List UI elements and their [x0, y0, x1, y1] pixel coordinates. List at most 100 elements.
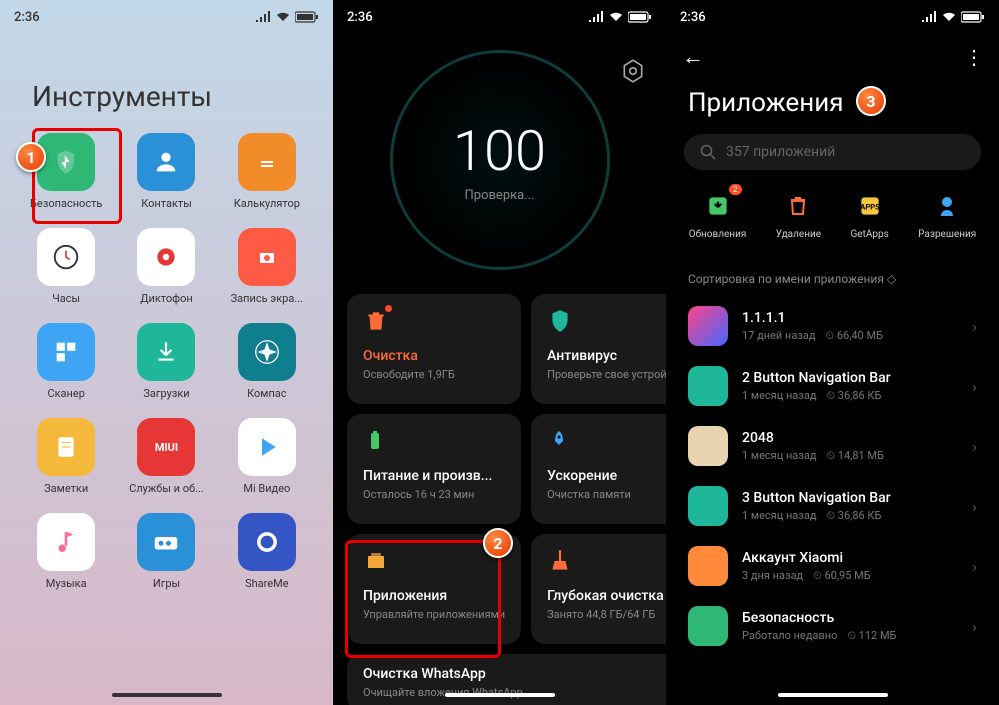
- app-item-13[interactable]: Игры: [120, 513, 212, 590]
- app-icon: [37, 133, 95, 191]
- list-body: Безопасность Работало недавно⏲ 112 МБ: [742, 610, 958, 643]
- app-meta: 1 месяц назад⏲ 36,86 КБ: [742, 389, 958, 403]
- app-name: 1.1.1.1: [742, 310, 958, 326]
- app-icon: [688, 306, 728, 346]
- trash-icon: [363, 308, 389, 334]
- tile-trash[interactable]: ОчисткаОсвободите 1,9ГБ: [347, 294, 521, 404]
- back-button[interactable]: ←: [682, 44, 704, 70]
- sort-selector[interactable]: Сортировка по имени приложения ◇: [666, 264, 999, 296]
- app-item-5[interactable]: Запись экра...: [221, 228, 313, 305]
- settings-icon[interactable]: [620, 58, 646, 84]
- chevron-right-icon: ›: [972, 317, 977, 336]
- app-label: Mi Видео: [243, 482, 290, 495]
- search-input[interactable]: 357 приложений: [684, 134, 981, 170]
- action-label: Обновления: [689, 229, 747, 240]
- tile-subtitle: Занято 44,8 ГБ/64 ГБ: [547, 608, 666, 621]
- app-item-12[interactable]: Музыка: [20, 513, 112, 590]
- app-item-1[interactable]: Контакты: [120, 133, 212, 210]
- list-item[interactable]: 1.1.1.117 дней назад⏲ 66,40 МБ ›: [688, 296, 977, 356]
- tile-battery[interactable]: Питание и произв...Осталось 16 ч 23 мин: [347, 414, 521, 524]
- action-getapps[interactable]: APPS GetApps: [850, 190, 888, 240]
- battery-icon: [363, 428, 389, 454]
- action-trash[interactable]: Удаление: [776, 190, 821, 240]
- tile-whatsapp-clean[interactable]: Очистка WhatsAppОчищайте вложения WhatsA…: [347, 654, 666, 705]
- app-label: Службы и об...: [129, 482, 204, 495]
- score-value: 100: [453, 118, 546, 184]
- score-ring[interactable]: 100 Проверка...: [390, 50, 610, 270]
- tile-subtitle: Проверьте свое устройство: [547, 368, 666, 381]
- tile-title: Ускорение: [547, 468, 666, 484]
- app-label: Часы: [52, 292, 80, 305]
- chevron-right-icon: ›: [972, 557, 977, 576]
- app-item-14[interactable]: ShareMe: [221, 513, 313, 590]
- app-item-3[interactable]: Часы: [20, 228, 112, 305]
- menu-button[interactable]: ⋮: [964, 45, 983, 69]
- app-item-4[interactable]: Диктофон: [120, 228, 212, 305]
- signal-icon: [255, 11, 271, 23]
- nav-bar: [778, 693, 888, 697]
- app-icon: [238, 418, 296, 476]
- app-icon: [137, 323, 195, 381]
- app-item-6[interactable]: Сканер: [20, 323, 112, 400]
- tile-shield[interactable]: АнтивирусПроверьте свое устройство: [531, 294, 666, 404]
- app-label: Сканер: [47, 387, 84, 400]
- list-body: 20481 месяц назад⏲ 14,81 МБ: [742, 430, 958, 463]
- app-label: Заметки: [44, 482, 88, 495]
- app-label: Игры: [153, 577, 180, 590]
- app-item-11[interactable]: Mi Видео: [221, 418, 313, 495]
- folder-title: Инструменты: [0, 30, 333, 133]
- app-label: Безопасность: [30, 197, 102, 210]
- app-icon: [688, 546, 728, 586]
- getapps-icon: APPS: [854, 190, 886, 222]
- list-item[interactable]: 20481 месяц назад⏲ 14,81 МБ ›: [688, 416, 977, 476]
- list-item[interactable]: Аккаунт Xiaomi3 дня назад⏲ 60,95 МБ›: [688, 536, 977, 596]
- app-item-7[interactable]: Загрузки: [120, 323, 212, 400]
- app-icon: [688, 606, 728, 646]
- app-icon: [688, 366, 728, 406]
- app-item-2[interactable]: Калькулятор: [221, 133, 313, 210]
- battery-icon: [295, 11, 319, 23]
- chevron-right-icon: ›: [972, 497, 977, 516]
- tile-broom[interactable]: Глубокая очистка Занято 44,8 ГБ/64 ГБ: [531, 534, 666, 644]
- list-body: 1.1.1.117 дней назад⏲ 66,40 МБ: [742, 310, 958, 343]
- status-icons: [255, 11, 319, 23]
- app-item-9[interactable]: Заметки: [20, 418, 112, 495]
- list-item[interactable]: БезопасностьРаботало недавно⏲ 112 МБ›: [688, 596, 977, 656]
- app-name: 2 Button Navigation Bar: [742, 370, 958, 386]
- list-item[interactable]: 3 Button Navigation Bar1 месяц назад⏲ 36…: [688, 476, 977, 536]
- app-icon: [37, 418, 95, 476]
- shield-icon: [547, 308, 573, 334]
- wifi-icon: [941, 11, 957, 23]
- score-status: Проверка...: [465, 188, 535, 203]
- app-name: Безопасность: [742, 610, 958, 626]
- tile-rocket[interactable]: УскорениеОчистка памяти: [531, 414, 666, 524]
- app-meta: Работало недавно⏲ 112 МБ: [742, 629, 958, 643]
- app-label: Диктофон: [140, 292, 193, 305]
- app-icon: MIUI: [137, 418, 195, 476]
- app-icon: [137, 228, 195, 286]
- app-list: 1.1.1.117 дней назад⏲ 66,40 МБ › 2 Button …: [666, 296, 999, 656]
- tile-subtitle: Освободите 1,9ГБ: [363, 368, 505, 381]
- nav-bar: [112, 693, 222, 697]
- list-item[interactable]: 2 Button Navigation Bar 1 месяц назад⏲ 36…: [688, 356, 977, 416]
- security-app-screen: 2:36 100 Проверка... ОчисткаОсвободите 1…: [333, 0, 666, 705]
- action-update[interactable]: 2Обновления: [689, 190, 747, 240]
- app-label: Загрузки: [143, 387, 189, 400]
- action-label: Удаление: [776, 229, 821, 240]
- app-meta: 1 месяц назад⏲ 14,81 МБ: [742, 449, 958, 463]
- wifi-icon: [275, 11, 291, 23]
- tile-title: Приложения: [363, 588, 505, 604]
- status-icons: [588, 11, 652, 23]
- app-item-8[interactable]: Компас: [221, 323, 313, 400]
- action-label: GetApps: [850, 229, 888, 240]
- clock: 2:36: [347, 10, 373, 25]
- broom-icon: [547, 548, 573, 574]
- tile-subtitle: Осталось 16 ч 23 мин: [363, 488, 505, 501]
- app-label: Компас: [247, 387, 286, 400]
- action-perm[interactable]: Разрешения: [918, 190, 976, 240]
- app-item-10[interactable]: MIUI Службы и об...: [120, 418, 212, 495]
- chevron-right-icon: ›: [972, 437, 977, 456]
- app-icon: [688, 426, 728, 466]
- tile-title: Глубокая очистка: [547, 588, 666, 604]
- clock: 2:36: [14, 10, 40, 25]
